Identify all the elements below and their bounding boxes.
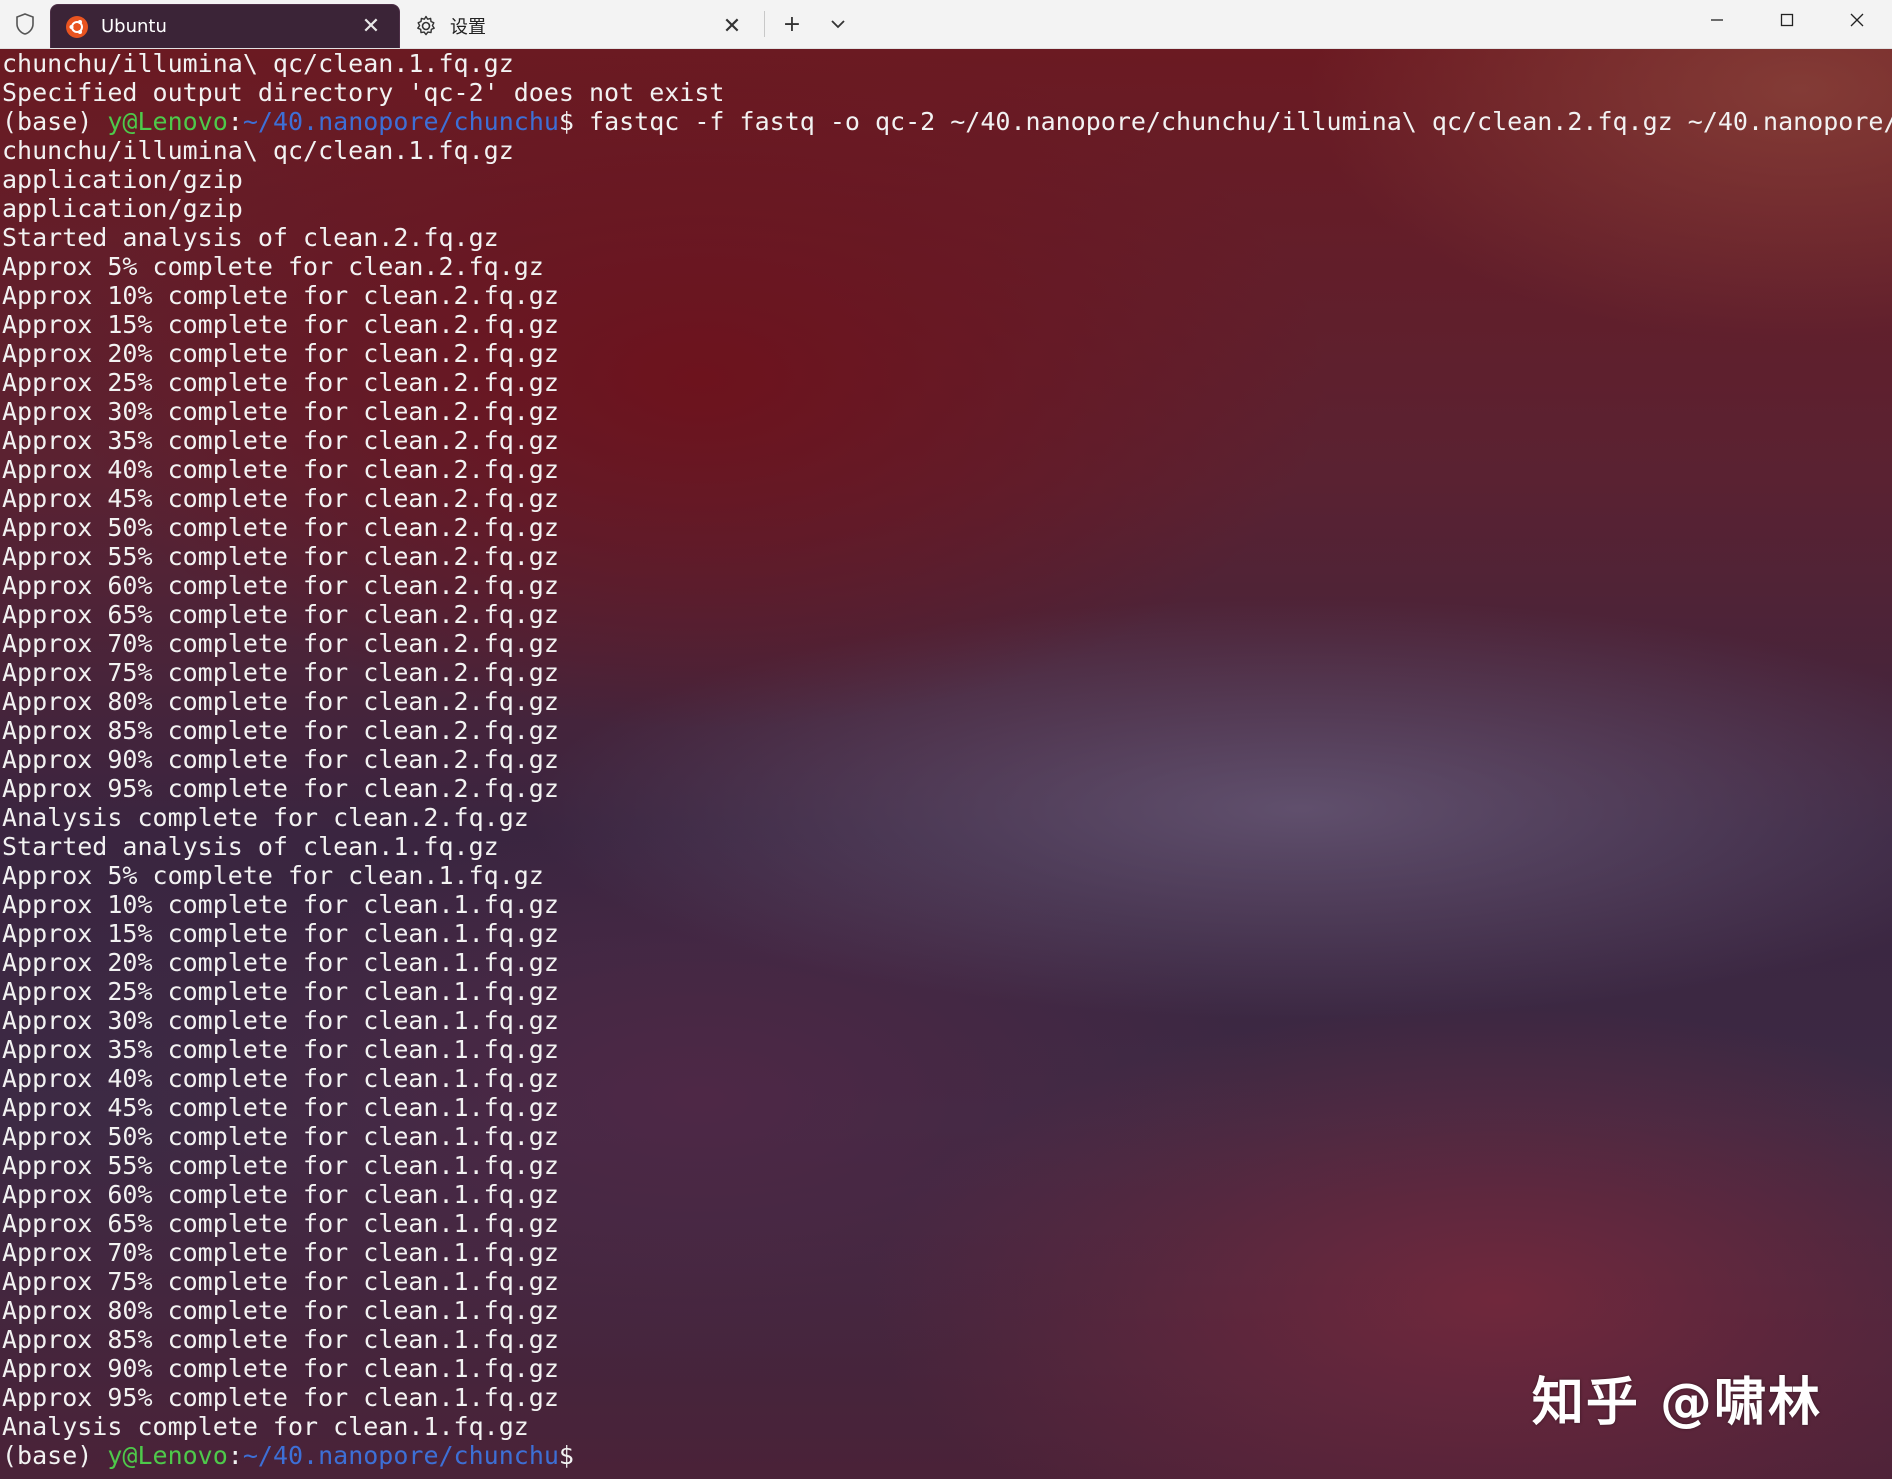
output-line: chunchu/illumina\ qc/clean.1.fq.gz — [2, 49, 514, 78]
watermark: 知乎 @啸林 — [1531, 1373, 1822, 1433]
prompt-env: (base) — [2, 1441, 108, 1470]
output-line: Approx 45% complete for clean.2.fq.gz — [2, 484, 559, 513]
chevron-down-icon[interactable] — [815, 0, 861, 48]
output-line: Approx 45% complete for clean.1.fq.gz — [2, 1093, 559, 1122]
output-line: Started analysis of clean.2.fq.gz — [2, 223, 499, 252]
maximize-icon[interactable] — [1752, 0, 1822, 40]
tab-ubuntu[interactable]: Ubuntu ✕ — [50, 4, 400, 48]
terminal-lines: chunchu/illumina\ qc/clean.1.fq.gz Specif… — [2, 49, 1892, 1470]
tab-divider — [764, 11, 765, 37]
shield-icon[interactable] — [0, 0, 50, 48]
output-line: Approx 65% complete for clean.1.fq.gz — [2, 1209, 559, 1238]
output-line: Approx 40% complete for clean.1.fq.gz — [2, 1064, 559, 1093]
close-icon[interactable] — [1822, 0, 1892, 40]
tab-settings[interactable]: 设置 ✕ — [400, 4, 760, 48]
output-line: Approx 10% complete for clean.2.fq.gz — [2, 281, 559, 310]
output-line: Approx 50% complete for clean.2.fq.gz — [2, 513, 559, 542]
output-line: Specified output directory 'qc-2' does n… — [2, 78, 725, 107]
prompt-path: ~/40.nanopore/chunchu — [242, 1441, 559, 1470]
output-line: Approx 20% complete for clean.2.fq.gz — [2, 339, 559, 368]
output-line: Approx 25% complete for clean.1.fq.gz — [2, 977, 559, 1006]
prompt-user: y@Lenovo — [107, 1441, 228, 1470]
output-line: Approx 40% complete for clean.2.fq.gz — [2, 455, 559, 484]
gear-icon — [414, 14, 438, 38]
output-line: Approx 75% complete for clean.2.fq.gz — [2, 658, 559, 687]
output-line: Approx 85% complete for clean.2.fq.gz — [2, 716, 559, 745]
tab-label: Ubuntu — [101, 16, 167, 37]
ubuntu-icon — [65, 15, 89, 39]
tab-label: 设置 — [450, 17, 486, 38]
prompt-separator: : — [227, 107, 243, 136]
prompt-line: (base) y@Lenovo:~/40.nanopore/chunchu$ f… — [2, 107, 1892, 136]
output-line: Approx 80% complete for clean.1.fq.gz — [2, 1296, 559, 1325]
prompt-command: $ — [558, 1441, 574, 1470]
output-line: Approx 70% complete for clean.1.fq.gz — [2, 1238, 559, 1267]
output-line: Started analysis of clean.1.fq.gz — [2, 832, 499, 861]
output-line: Approx 15% complete for clean.2.fq.gz — [2, 310, 559, 339]
output-line: Approx 5% complete for clean.1.fq.gz — [2, 861, 544, 890]
close-tab-icon[interactable]: ✕ — [357, 13, 385, 41]
output-line: Approx 25% complete for clean.2.fq.gz — [2, 368, 559, 397]
output-line: chunchu/illumina\ qc/clean.1.fq.gz — [2, 136, 514, 165]
output-line: Approx 50% complete for clean.1.fq.gz — [2, 1122, 559, 1151]
terminal-window: Ubuntu ✕ 设置 ✕ + chunchu/illumina\ qc/cle… — [0, 0, 1892, 1479]
output-line: application/gzip — [2, 194, 243, 223]
output-line: Approx 5% complete for clean.2.fq.gz — [2, 252, 544, 281]
output-line: Approx 70% complete for clean.2.fq.gz — [2, 629, 559, 658]
output-line: Approx 90% complete for clean.2.fq.gz — [2, 745, 559, 774]
prompt-command: $ fastqc -f fastq -o qc-2 ~/40.nanopore/… — [558, 107, 1892, 136]
output-line: Approx 55% complete for clean.1.fq.gz — [2, 1151, 559, 1180]
output-line: Approx 65% complete for clean.2.fq.gz — [2, 600, 559, 629]
output-line: Approx 80% complete for clean.2.fq.gz — [2, 687, 559, 716]
output-line: Approx 30% complete for clean.2.fq.gz — [2, 397, 559, 426]
plus-icon[interactable]: + — [769, 0, 815, 48]
output-line: Approx 10% complete for clean.1.fq.gz — [2, 890, 559, 919]
output-line: Approx 15% complete for clean.1.fq.gz — [2, 919, 559, 948]
prompt-line: (base) y@Lenovo:~/40.nanopore/chunchu$ — [2, 1441, 1892, 1470]
output-line: Approx 20% complete for clean.1.fq.gz — [2, 948, 559, 977]
output-line: Approx 35% complete for clean.2.fq.gz — [2, 426, 559, 455]
output-line: Analysis complete for clean.2.fq.gz — [2, 803, 529, 832]
prompt-user: y@Lenovo — [107, 107, 228, 136]
prompt-separator: : — [227, 1441, 243, 1470]
window-controls — [1682, 0, 1892, 40]
output-line: application/gzip — [2, 165, 243, 194]
prompt-path: ~/40.nanopore/chunchu — [242, 107, 559, 136]
terminal-output[interactable]: chunchu/illumina\ qc/clean.1.fq.gz Specif… — [0, 49, 1892, 1479]
output-line: Approx 60% complete for clean.2.fq.gz — [2, 571, 559, 600]
minimize-icon[interactable] — [1682, 0, 1752, 40]
output-line: Approx 95% complete for clean.2.fq.gz — [2, 774, 559, 803]
output-line: Approx 55% complete for clean.2.fq.gz — [2, 542, 559, 571]
output-line: Approx 75% complete for clean.1.fq.gz — [2, 1267, 559, 1296]
close-tab-icon[interactable]: ✕ — [718, 12, 746, 40]
output-line: Approx 35% complete for clean.1.fq.gz — [2, 1035, 559, 1064]
output-line: Approx 60% complete for clean.1.fq.gz — [2, 1180, 559, 1209]
output-line: Approx 30% complete for clean.1.fq.gz — [2, 1006, 559, 1035]
output-line: Approx 85% complete for clean.1.fq.gz — [2, 1325, 559, 1354]
prompt-env: (base) — [2, 107, 108, 136]
title-bar: Ubuntu ✕ 设置 ✕ + — [0, 0, 1892, 49]
